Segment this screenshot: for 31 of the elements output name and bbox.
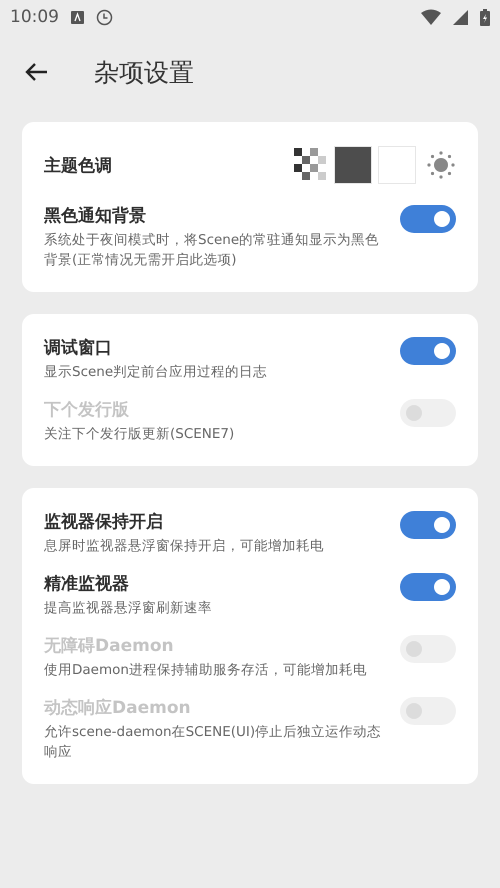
setting-description: 关注下个发行版更新(SCENE7): [44, 425, 236, 444]
setting-description: 提高监视器悬浮窗刷新速率: [44, 599, 213, 618]
setting-description: 息屏时监视器悬浮窗保持开启，可能增加耗电: [44, 537, 325, 556]
dark-swatch[interactable]: [334, 146, 372, 184]
setting-title: 无障碍Daemon: [44, 635, 175, 657]
setting-title: 主题色调: [44, 154, 112, 176]
setting-title: 精准监视器: [44, 573, 130, 595]
setting-title: 黑色通知背景: [44, 205, 147, 227]
setting-title: 调试窗口: [44, 337, 113, 359]
signal-icon: [453, 10, 468, 24]
toggle-switch[interactable]: [400, 337, 456, 365]
setting-title: 动态响应Daemon: [44, 697, 192, 719]
sun-icon[interactable]: [426, 150, 456, 180]
wifi-icon: [421, 9, 441, 25]
status-time: 10:09: [10, 7, 59, 27]
clock-icon: [96, 8, 113, 26]
toggle-switch[interactable]: [400, 573, 456, 601]
page-title: 杂项设置: [94, 56, 194, 88]
setting-description: 使用Daemon进程保持辅助服务存活，可能增加耗电: [44, 661, 368, 680]
keyboard-icon: [71, 10, 84, 24]
checker-pattern-icon[interactable]: [294, 148, 328, 182]
setting-title: 监视器保持开启: [44, 511, 164, 533]
setting-description: 系统处于夜间模式时，将Scene的常驻通知显示为黑色背景(正常情况无需开启此选项): [44, 231, 380, 270]
setting-description: 允许scene-daemon在SCENE(UI)停止后独立运作动态响应: [44, 723, 382, 762]
setting-title: 下个发行版: [44, 399, 130, 421]
toggle-switch[interactable]: [400, 205, 456, 233]
setting-description: 显示Scene判定前台应用过程的日志: [44, 363, 268, 382]
battery-icon: [480, 8, 490, 26]
back-arrow-icon[interactable]: [24, 62, 48, 82]
light-swatch[interactable]: [378, 146, 416, 184]
toggle-switch[interactable]: [400, 511, 456, 539]
